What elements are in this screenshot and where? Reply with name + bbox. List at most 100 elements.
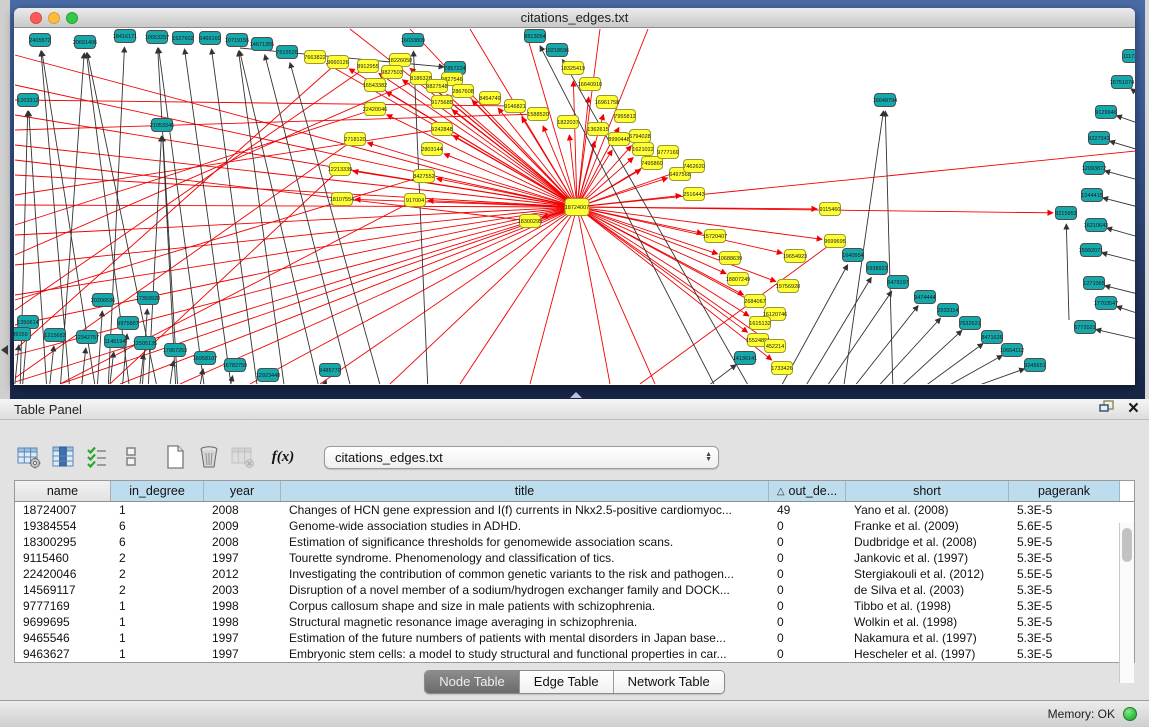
table-cell[interactable]: 2009 [204, 518, 281, 534]
collapse-left-arrow-icon[interactable] [1, 345, 8, 355]
table-cell[interactable]: Changes of HCN gene expression and I(f) … [281, 502, 769, 518]
table-cell[interactable]: 5.6E-5 [1009, 518, 1120, 534]
table-cell[interactable]: 9699695 [15, 614, 111, 630]
vertical-scrollbar[interactable] [1119, 523, 1134, 683]
table-cell[interactable]: 5.3E-5 [1009, 550, 1120, 566]
table-cell[interactable]: 2008 [204, 502, 281, 518]
table-cell[interactable]: Wolkin et al. (1998) [846, 614, 1009, 630]
table-cell[interactable]: Corpus callosum shape and size in male p… [281, 598, 769, 614]
table-cell[interactable]: 5.9E-5 [1009, 534, 1120, 550]
table-cell[interactable]: 9777169 [15, 598, 111, 614]
table-cell[interactable]: 1998 [204, 598, 281, 614]
table-cell[interactable]: 2 [111, 566, 204, 582]
table-row[interactable]: 911546021997Tourette syndrome. Phenomeno… [15, 550, 1134, 566]
table-cell[interactable]: 18724007 [15, 502, 111, 518]
tab-network-table[interactable]: Network Table [613, 671, 724, 693]
table-cell[interactable]: 9463627 [15, 646, 111, 662]
splitter-handle[interactable] [570, 392, 582, 398]
table-cell[interactable]: Genome-wide association studies in ADHD. [281, 518, 769, 534]
table-cell[interactable]: Structural magnetic resonance image aver… [281, 614, 769, 630]
table-cell[interactable]: 1998 [204, 614, 281, 630]
table-cell[interactable]: Disruption of a novel member of a sodium… [281, 582, 769, 598]
table-cell[interactable]: Tourette syndrome. Phenomenology and cla… [281, 550, 769, 566]
table-cell[interactable]: 0 [769, 566, 846, 582]
table-cell[interactable]: 5.3E-5 [1009, 630, 1120, 646]
select-rows-icon[interactable] [82, 442, 112, 472]
table-row[interactable]: 946554611997Estimation of the future num… [15, 630, 1134, 646]
table-cell[interactable]: 0 [769, 550, 846, 566]
table-cell[interactable]: 0 [769, 582, 846, 598]
table-cell[interactable]: de Silva et al. (2003) [846, 582, 1009, 598]
table-cell[interactable]: 2003 [204, 582, 281, 598]
float-panel-icon[interactable] [1099, 400, 1114, 418]
table-cell[interactable]: 18300295 [15, 534, 111, 550]
table-cell[interactable]: 5.3E-5 [1009, 582, 1120, 598]
table-cell[interactable]: 0 [769, 614, 846, 630]
table-cell[interactable]: Investigating the contribution of common… [281, 566, 769, 582]
table-cell[interactable]: 19384554 [15, 518, 111, 534]
table-row[interactable]: 1456911722003Disruption of a novel membe… [15, 582, 1134, 598]
table-cell[interactable]: 5.3E-5 [1009, 502, 1120, 518]
table-cell[interactable]: 6 [111, 534, 204, 550]
table-cell[interactable]: 2012 [204, 566, 281, 582]
table-cell[interactable]: 2008 [204, 534, 281, 550]
table-cell[interactable]: Embryonic stem cells: a model to study s… [281, 646, 769, 662]
table-cell[interactable]: 0 [769, 598, 846, 614]
table-row[interactable]: 2242004622012Investigating the contribut… [15, 566, 1134, 582]
table-cell[interactable]: 5.3E-5 [1009, 598, 1120, 614]
memory-status-icon[interactable] [1123, 707, 1137, 721]
close-panel-icon[interactable]: × [1128, 402, 1139, 416]
table-cell[interactable]: 6 [111, 518, 204, 534]
table-cell[interactable]: Estimation of significance thresholds fo… [281, 534, 769, 550]
table-cell[interactable]: 1 [111, 614, 204, 630]
table-cell[interactable]: 2 [111, 550, 204, 566]
table-row[interactable]: 977716911998Corpus callosum shape and si… [15, 598, 1134, 614]
tab-edge-table[interactable]: Edge Table [519, 671, 613, 693]
table-cell[interactable]: 0 [769, 646, 846, 662]
network-view[interactable]: 2405572206914061841617110653257152760264… [14, 28, 1135, 384]
column-header-title[interactable]: title [281, 481, 769, 501]
tab-node-table[interactable]: Node Table [425, 671, 519, 693]
network-window-titlebar[interactable]: citations_edges.txt [14, 8, 1135, 28]
column-header-out_de[interactable]: △out_de... [769, 481, 846, 501]
table-cell[interactable]: Nakamura et al. (1997) [846, 630, 1009, 646]
table-cell[interactable]: 0 [769, 630, 846, 646]
table-panel-titlebar[interactable]: Table Panel × [0, 399, 1149, 420]
table-cell[interactable]: 0 [769, 534, 846, 550]
delete-table-icon[interactable] [194, 442, 224, 472]
table-cell[interactable]: Jankovic et al. (1997) [846, 550, 1009, 566]
row-height-icon[interactable] [116, 442, 146, 472]
table-cell[interactable]: 5.3E-5 [1009, 614, 1120, 630]
table-cell[interactable]: 1997 [204, 646, 281, 662]
table-row[interactable]: 969969511998Structural magnetic resonanc… [15, 614, 1134, 630]
table-cell[interactable]: 49 [769, 502, 846, 518]
create-table-icon[interactable] [160, 442, 190, 472]
table-cell[interactable]: 1 [111, 646, 204, 662]
function-builder-icon[interactable]: f(x) [268, 442, 298, 472]
table-cell[interactable]: 0 [769, 518, 846, 534]
table-selector-dropdown[interactable]: citations_edges.txt ▲▼ [324, 446, 719, 469]
table-cell[interactable]: 14569117 [15, 582, 111, 598]
table-cell[interactable]: 2 [111, 582, 204, 598]
table-cell[interactable]: 1997 [204, 630, 281, 646]
table-cell[interactable]: 5.5E-5 [1009, 566, 1120, 582]
table-cell[interactable]: Franke et al. (2009) [846, 518, 1009, 534]
column-header-short[interactable]: short [846, 481, 1009, 501]
show-columns-icon[interactable] [48, 442, 78, 472]
table-cell[interactable]: Tibbo et al. (1998) [846, 598, 1009, 614]
column-header-year[interactable]: year [204, 481, 281, 501]
table-cell[interactable]: 9465546 [15, 630, 111, 646]
table-cell[interactable]: Estimation of the future numbers of pati… [281, 630, 769, 646]
network-window[interactable]: citations_edges.txt 24055722069140618416… [14, 8, 1135, 385]
table-cell[interactable]: 1 [111, 598, 204, 614]
scrollbar-thumb[interactable] [1122, 528, 1132, 562]
network-canvas-svg[interactable]: 2405572206914061841617110653257152760264… [14, 28, 1135, 384]
table-cell[interactable]: 22420046 [15, 566, 111, 582]
table-cell[interactable]: 1997 [204, 550, 281, 566]
table-cell[interactable]: Dudbridge et al. (2008) [846, 534, 1009, 550]
table-cell[interactable]: 1 [111, 630, 204, 646]
column-header-name[interactable]: name [15, 481, 111, 501]
column-header-pagerank[interactable]: pagerank [1009, 481, 1120, 501]
table-cell[interactable]: Hescheler et al. (1997) [846, 646, 1009, 662]
table-row[interactable]: 1830029562008Estimation of significance … [15, 534, 1134, 550]
